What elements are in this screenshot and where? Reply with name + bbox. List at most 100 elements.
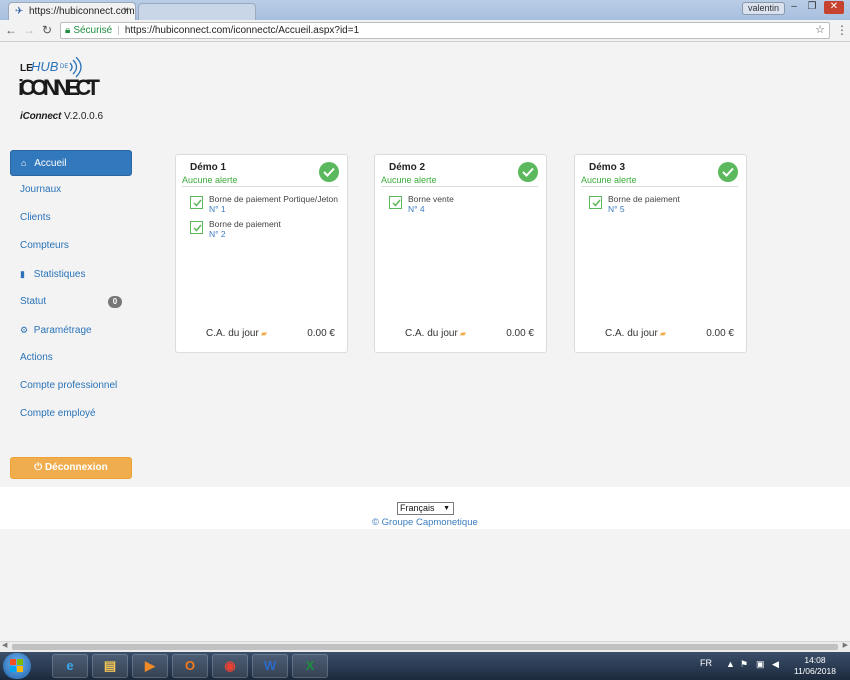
volume-icon[interactable]: ◀ bbox=[772, 659, 782, 669]
close-window-icon[interactable]: ✕ bbox=[824, 1, 844, 14]
scrollbar-thumb[interactable] bbox=[12, 644, 838, 650]
site-card-demo-1[interactable]: Démo 1 Aucune alerte Borne de paiement P… bbox=[175, 154, 348, 353]
device-number: N° 1 bbox=[209, 204, 226, 214]
browser-menu-icon[interactable]: ⋮ bbox=[836, 23, 848, 37]
excel-taskbar-icon[interactable]: X bbox=[292, 654, 328, 678]
windows-logo-icon bbox=[10, 659, 23, 672]
sidebar-item-compteurs[interactable]: Compteurs bbox=[10, 232, 132, 260]
chrome-taskbar-icon[interactable]: ◉ bbox=[212, 654, 248, 678]
bar-chart-icon: ▮ bbox=[20, 269, 25, 279]
device-number: N° 2 bbox=[209, 229, 226, 239]
ok-check-icon bbox=[718, 162, 738, 182]
sidebar-item-actions[interactable]: Actions bbox=[10, 344, 132, 372]
explorer-taskbar-icon[interactable]: ▤ bbox=[92, 654, 128, 678]
reload-icon[interactable]: ↻ bbox=[40, 23, 54, 37]
gear-icon: ⚙ bbox=[20, 325, 29, 335]
lock-icon: 🔒︎ bbox=[65, 25, 71, 36]
sidebar-item-parametrage[interactable]: ⚙ Paramétrage bbox=[10, 316, 132, 344]
tab-close-icon[interactable]: × bbox=[123, 5, 129, 16]
outlook-taskbar-icon[interactable]: O bbox=[172, 654, 208, 678]
action-center-flag-icon[interactable]: ⚑ bbox=[740, 659, 750, 669]
horizontal-scrollbar[interactable]: ◀ ▶ bbox=[0, 641, 850, 652]
scroll-right-icon[interactable]: ▶ bbox=[843, 641, 848, 649]
address-separator: | bbox=[117, 25, 120, 36]
tray-up-arrow-icon[interactable]: ▲ bbox=[726, 659, 736, 669]
version-brand: iConnect bbox=[20, 111, 62, 122]
windows-taskbar: e ▤ ▶ O ◉ W X FR ▲ ⚑ ▣ ◀ 14:08 11/06/201… bbox=[0, 652, 850, 680]
tab-title: https://hubiconnect.com bbox=[29, 6, 135, 17]
minimize-icon[interactable]: – bbox=[786, 1, 802, 14]
start-button[interactable] bbox=[3, 653, 31, 679]
taskbar-clock[interactable]: 14:08 11/06/2018 bbox=[790, 655, 840, 677]
daily-revenue-amount: 0.00 € bbox=[307, 328, 335, 339]
daily-revenue-label: C.A. du jour ▰ bbox=[605, 328, 666, 339]
card-title: Démo 2 bbox=[389, 162, 426, 173]
network-icon[interactable]: ▣ bbox=[756, 659, 766, 669]
card-title: Démo 1 bbox=[190, 162, 227, 173]
card-alert-status: Aucune alerte bbox=[581, 175, 637, 185]
sidebar-item-clients[interactable]: Clients bbox=[10, 204, 132, 232]
sidebar-nav: ⌂ Accueil Journaux Clients Compteurs ▮ S… bbox=[10, 150, 132, 428]
status-badge: 0 bbox=[108, 296, 122, 308]
forward-icon[interactable]: → bbox=[22, 23, 36, 37]
sidebar-item-label: Clients bbox=[20, 212, 51, 223]
sidebar-item-compte-professionnel[interactable]: Compte professionnel bbox=[10, 372, 132, 400]
back-icon[interactable]: ← bbox=[4, 23, 18, 37]
sidebar-item-label: Paramétrage bbox=[33, 325, 92, 336]
card-title: Démo 3 bbox=[589, 162, 626, 173]
page-footer: Français ▼ © Groupe Capmonetique bbox=[0, 487, 850, 529]
device-name: Borne de paiement Portique/Jeton bbox=[209, 194, 339, 204]
sidebar-item-statistiques[interactable]: ▮ Statistiques bbox=[10, 260, 132, 288]
browser-user-badge[interactable]: valentin bbox=[742, 2, 786, 15]
site-card-demo-3[interactable]: Démo 3 Aucune alerte Borne de paiement N… bbox=[574, 154, 747, 353]
card-divider bbox=[381, 186, 538, 187]
site-card-demo-2[interactable]: Démo 2 Aucune alerte Borne vente N° 4 C.… bbox=[374, 154, 547, 353]
media-player-taskbar-icon[interactable]: ▶ bbox=[132, 654, 168, 678]
svg-text:DE: DE bbox=[60, 64, 68, 70]
sidebar-item-label: Compte employé bbox=[20, 408, 96, 419]
device-number: N° 5 bbox=[608, 204, 625, 214]
sidebar-item-accueil[interactable]: ⌂ Accueil bbox=[10, 150, 132, 176]
daily-revenue-amount: 0.00 € bbox=[706, 328, 734, 339]
device-name: Borne de paiement bbox=[608, 194, 680, 204]
daily-revenue-label: C.A. du jour ▰ bbox=[206, 328, 267, 339]
sidebar-item-compte-employe[interactable]: Compte employé bbox=[10, 400, 132, 428]
device-check-icon bbox=[389, 196, 402, 209]
word-taskbar-icon[interactable]: W bbox=[252, 654, 288, 678]
url-text: https://hubiconnect.com/iconnectc/Accuei… bbox=[124, 25, 360, 36]
sidebar-item-label: Journaux bbox=[20, 184, 62, 195]
ok-check-icon bbox=[319, 162, 339, 182]
hub-iconnect-logo: LE HUB DE iCONNECT bbox=[18, 57, 101, 99]
copyright-link[interactable]: © Groupe Capmonetique bbox=[372, 517, 478, 528]
svg-text:HUB: HUB bbox=[31, 59, 59, 74]
site-favicon-icon: ✈ bbox=[15, 6, 24, 17]
power-icon: ⏻ bbox=[34, 462, 43, 473]
home-icon: ⌂ bbox=[21, 158, 27, 168]
money-icon: ▰ bbox=[459, 329, 466, 338]
browser-tab-inactive[interactable] bbox=[138, 3, 256, 20]
address-bar[interactable]: 🔒︎ Sécurisé | https://hubiconnect.com/iconn… bbox=[60, 22, 830, 39]
app-version: iConnect V.2.0.0.6 bbox=[20, 111, 103, 122]
language-indicator[interactable]: FR bbox=[700, 658, 712, 668]
sidebar-item-journaux[interactable]: Journaux bbox=[10, 176, 132, 204]
card-divider bbox=[581, 186, 738, 187]
card-alert-status: Aucune alerte bbox=[381, 175, 437, 185]
bookmark-star-icon[interactable]: ☆ bbox=[815, 23, 825, 38]
card-alert-status: Aucune alerte bbox=[182, 175, 238, 185]
device-number: N° 4 bbox=[408, 204, 425, 214]
browser-tab[interactable]: ✈ https://hubiconnect.com × bbox=[8, 2, 136, 20]
sidebar-item-label: Compteurs bbox=[20, 240, 69, 251]
daily-revenue-amount: 0.00 € bbox=[506, 328, 534, 339]
money-icon: ▰ bbox=[260, 329, 267, 338]
svg-text:iCONNECT: iCONNECT bbox=[18, 75, 101, 99]
language-select[interactable]: Français ▼ bbox=[397, 502, 454, 515]
logout-label: Déconnexion bbox=[44, 462, 108, 473]
money-icon: ▰ bbox=[659, 329, 666, 338]
browser-toolbar: ← → ↻ 🔒︎ Sécurisé | https://hubiconnect.com… bbox=[0, 20, 850, 42]
ie-taskbar-icon[interactable]: e bbox=[52, 654, 88, 678]
logout-button[interactable]: ⏻ Déconnexion bbox=[10, 457, 132, 479]
device-check-icon bbox=[190, 196, 203, 209]
scroll-left-icon[interactable]: ◀ bbox=[2, 641, 7, 649]
sidebar-item-statut[interactable]: Statut 0 bbox=[10, 288, 132, 316]
restore-icon[interactable]: ❐ bbox=[804, 1, 820, 14]
